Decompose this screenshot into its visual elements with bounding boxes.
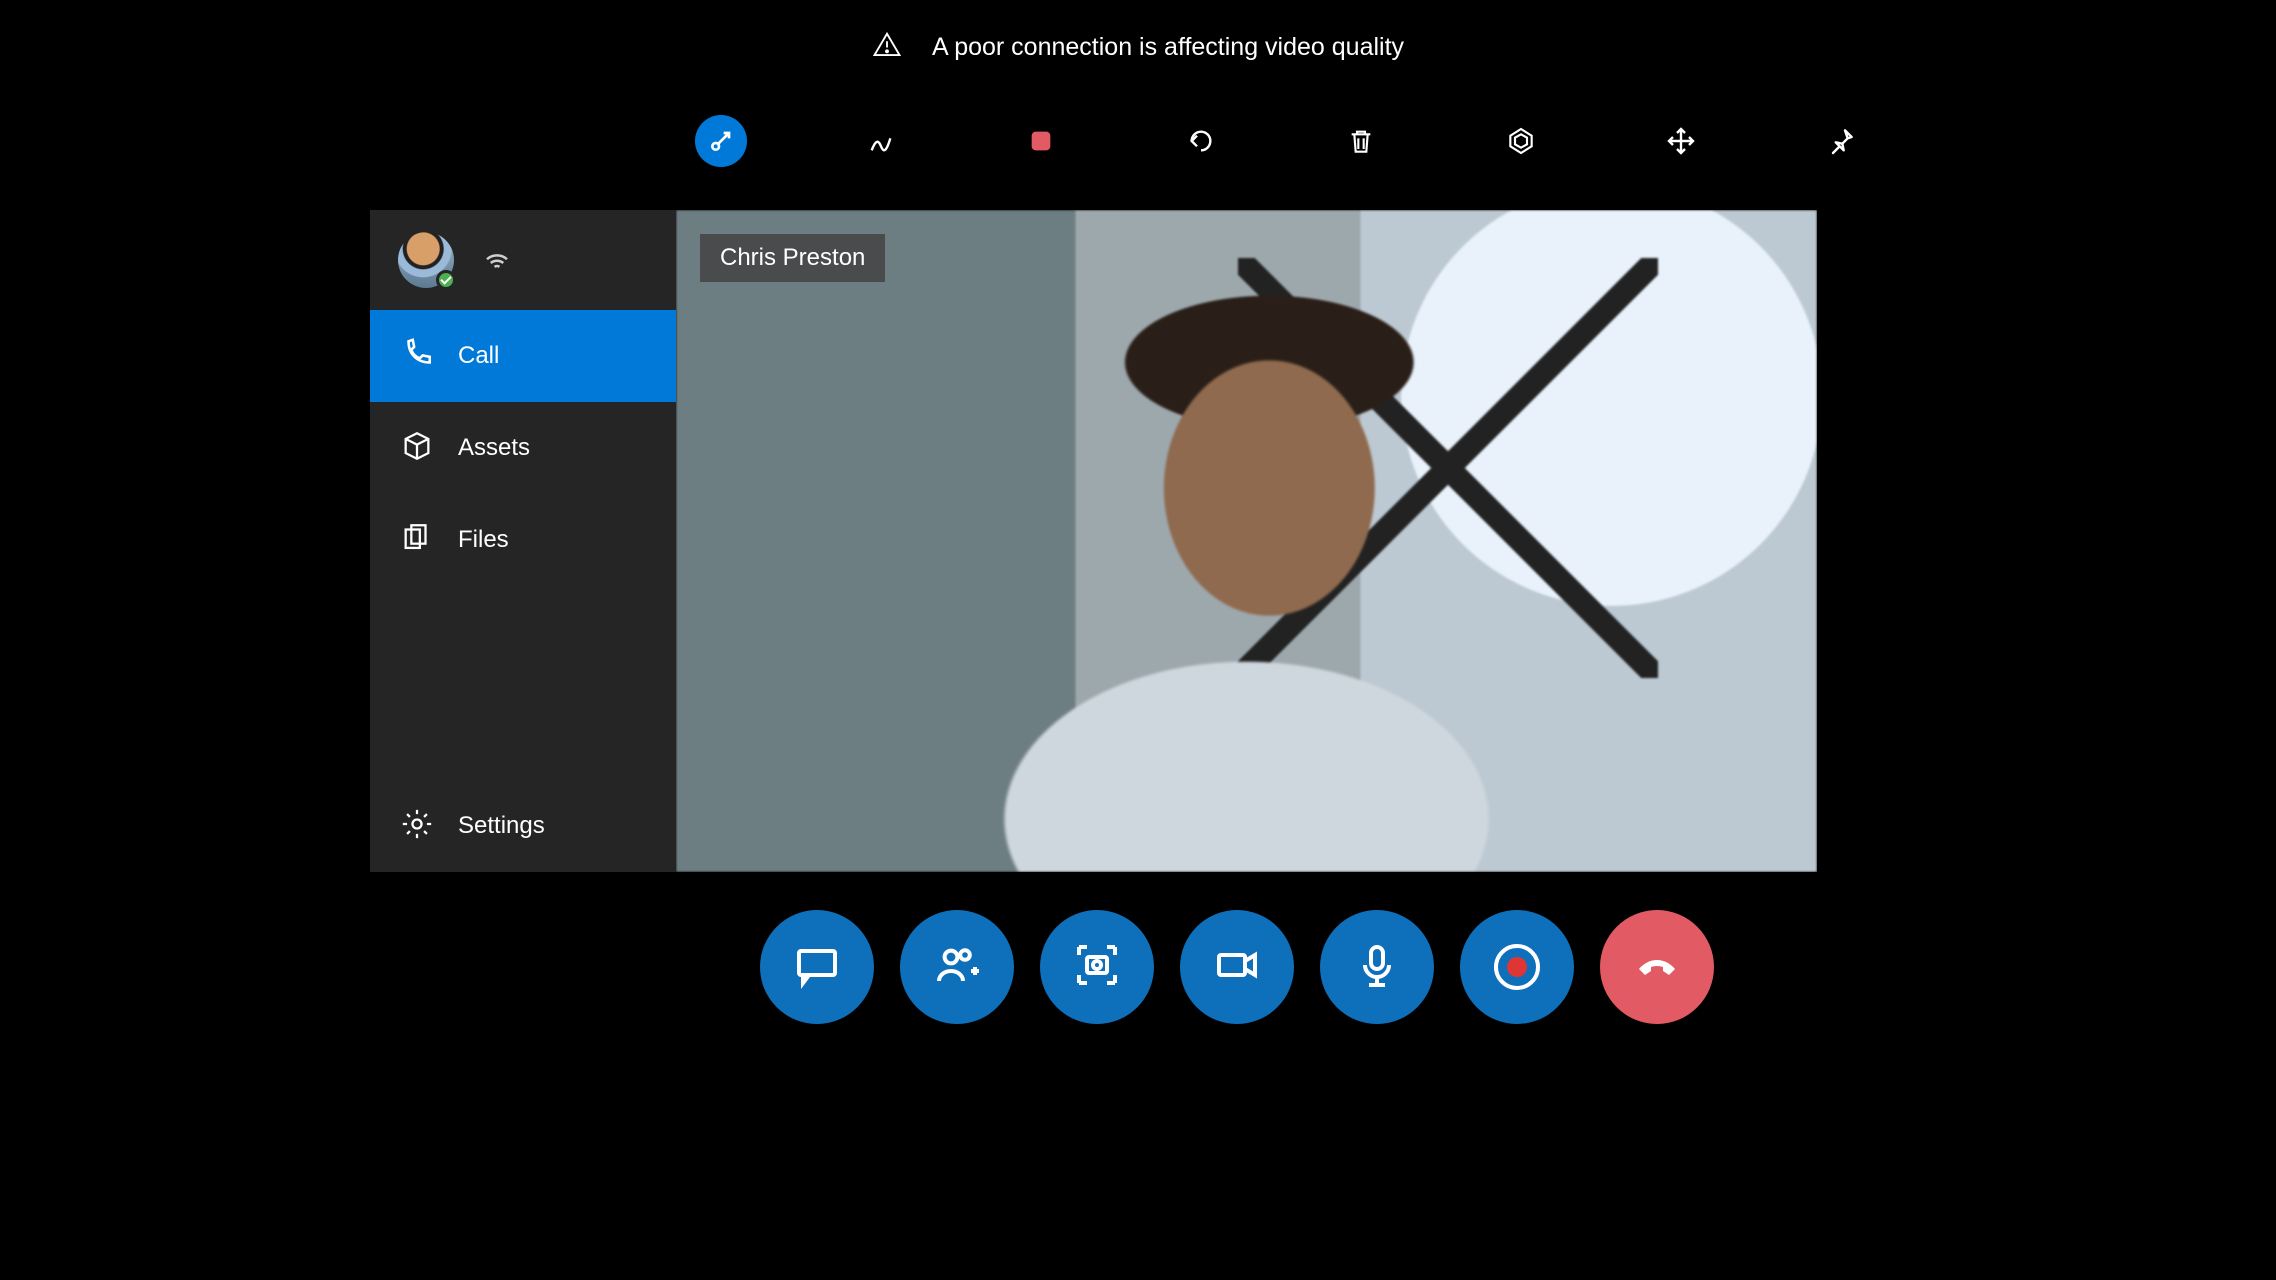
camera-capture-icon xyxy=(1073,941,1121,994)
mic-icon xyxy=(1353,941,1401,994)
call-controls xyxy=(760,910,1714,1024)
ink-icon xyxy=(865,125,897,157)
annotation-toolbar xyxy=(695,115,1867,167)
sidebar-item-assets[interactable]: Assets xyxy=(370,402,676,494)
expand-button[interactable] xyxy=(1655,115,1707,167)
record-button[interactable] xyxy=(1460,910,1574,1024)
sidebar-item-label: Assets xyxy=(458,434,530,462)
people-add-icon xyxy=(933,941,981,994)
sidebar: Call Assets Files Settings xyxy=(370,210,676,872)
pin-button[interactable] xyxy=(1815,115,1867,167)
remote-video-image xyxy=(676,210,1817,872)
wifi-icon xyxy=(482,243,512,278)
connection-warning: A poor connection is affecting video qua… xyxy=(0,30,2276,65)
hangup-icon xyxy=(1633,941,1681,994)
undo-icon xyxy=(1185,125,1217,157)
phone-icon xyxy=(400,337,434,376)
sidebar-item-call[interactable]: Call xyxy=(370,310,676,402)
expand-icon xyxy=(1665,125,1697,157)
pointer-button[interactable] xyxy=(695,115,747,167)
presence-badge xyxy=(436,270,456,290)
connection-warning-text: A poor connection is affecting video qua… xyxy=(932,33,1404,62)
pin-icon xyxy=(1825,125,1857,157)
mic-button[interactable] xyxy=(1320,910,1434,1024)
chat-button[interactable] xyxy=(760,910,874,1024)
sidebar-item-files[interactable]: Files xyxy=(370,494,676,586)
undo-button[interactable] xyxy=(1175,115,1227,167)
video-feed: Chris Preston xyxy=(676,210,1817,872)
caller-name-chip: Chris Preston xyxy=(700,234,885,282)
gear-icon xyxy=(400,807,434,846)
video-icon xyxy=(1213,941,1261,994)
trash-icon xyxy=(1345,125,1377,157)
files-icon xyxy=(400,521,434,560)
hex-icon xyxy=(1505,125,1537,157)
stop-button[interactable] xyxy=(1015,115,1067,167)
sidebar-header xyxy=(370,210,676,310)
chat-icon xyxy=(793,941,841,994)
pointer-icon xyxy=(705,125,737,157)
hangup-button[interactable] xyxy=(1600,910,1714,1024)
3d-view-button[interactable] xyxy=(1495,115,1547,167)
video-button[interactable] xyxy=(1180,910,1294,1024)
sidebar-item-label: Files xyxy=(458,526,509,554)
box-icon xyxy=(400,429,434,468)
sidebar-item-label: Settings xyxy=(458,812,545,840)
add-participant-button[interactable] xyxy=(900,910,1014,1024)
camera-capture-button[interactable] xyxy=(1040,910,1154,1024)
sidebar-item-settings[interactable]: Settings xyxy=(370,780,676,872)
main-panel: Call Assets Files Settings Chris Preston xyxy=(370,210,1817,872)
ink-button[interactable] xyxy=(855,115,907,167)
delete-button[interactable] xyxy=(1335,115,1387,167)
stop-icon xyxy=(1025,125,1057,157)
sidebar-item-label: Call xyxy=(458,342,499,370)
avatar[interactable] xyxy=(398,232,454,288)
warning-icon xyxy=(872,30,902,65)
record-icon xyxy=(1494,944,1540,990)
